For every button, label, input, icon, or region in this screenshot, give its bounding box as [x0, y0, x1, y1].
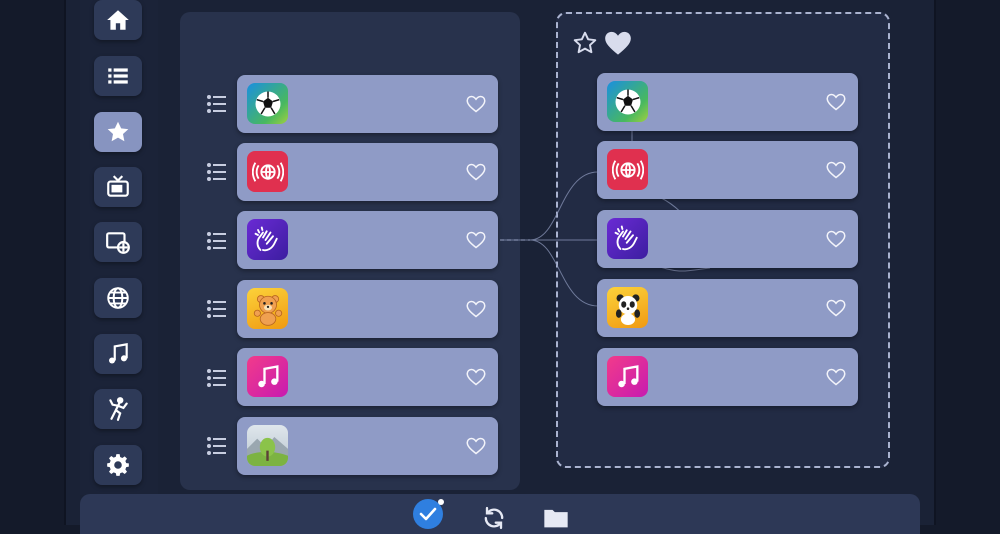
- left-list-item-clapping[interactable]: [237, 211, 498, 269]
- tree-landscape-app-icon: [247, 425, 288, 466]
- favorite-item-broadcast[interactable]: [597, 141, 858, 199]
- favorite-item-clapping[interactable]: [597, 210, 858, 268]
- drag-handle-icon[interactable]: [206, 230, 228, 252]
- check-circle-icon[interactable]: [412, 498, 444, 530]
- media-grid-icon: [106, 232, 130, 254]
- heart-filled-icon[interactable]: [604, 30, 632, 56]
- drag-handle-icon[interactable]: [206, 298, 228, 320]
- drag-handle-icon[interactable]: [206, 435, 228, 457]
- sidebar-item-settings[interactable]: [94, 445, 142, 485]
- sidebar-item-home[interactable]: [94, 0, 142, 40]
- teddy-bear-app-icon: [247, 288, 288, 329]
- heart-outline-icon[interactable]: [466, 436, 486, 456]
- left-list-item-teddy[interactable]: [237, 280, 498, 338]
- sidebar-item-favorites[interactable]: [94, 112, 142, 152]
- heart-outline-icon[interactable]: [826, 298, 846, 318]
- tv-icon: [107, 175, 129, 197]
- heart-outline-icon[interactable]: [826, 160, 846, 180]
- favorite-item-soccer[interactable]: [597, 73, 858, 131]
- folder-icon[interactable]: [540, 502, 572, 534]
- drag-handle-icon[interactable]: [206, 367, 228, 389]
- sidebar-item-activity[interactable]: [94, 389, 142, 429]
- music-note-app-icon: [607, 356, 648, 397]
- panda-app-icon: [607, 287, 648, 328]
- favorite-item-music[interactable]: [597, 348, 858, 406]
- clapping-hands-app-icon: [247, 219, 288, 260]
- left-list-item-broadcast[interactable]: [237, 143, 498, 201]
- favorite-item-panda[interactable]: [597, 279, 858, 337]
- sidebar-item-list[interactable]: [94, 56, 142, 96]
- sidebar-item-globe[interactable]: [94, 278, 142, 318]
- activity-person-icon: [109, 397, 128, 421]
- sidebar-item-music[interactable]: [94, 334, 142, 374]
- heart-outline-icon[interactable]: [826, 367, 846, 387]
- drag-handle-icon[interactable]: [206, 161, 228, 183]
- heart-outline-icon[interactable]: [466, 367, 486, 387]
- broadcast-globe-app-icon: [247, 151, 288, 192]
- left-list-item-music[interactable]: [237, 348, 498, 406]
- home-icon: [107, 10, 129, 30]
- heart-outline-icon[interactable]: [466, 162, 486, 182]
- globe-icon: [107, 287, 129, 309]
- left-list-item-soccer[interactable]: [237, 75, 498, 133]
- heart-outline-icon[interactable]: [466, 230, 486, 250]
- heart-outline-icon[interactable]: [466, 94, 486, 114]
- music-note-icon: [109, 342, 128, 364]
- soccer-ball-app-icon: [247, 83, 288, 124]
- broadcast-globe-app-icon: [607, 149, 648, 190]
- left-list-item-landscape[interactable]: [237, 417, 498, 475]
- heart-outline-icon[interactable]: [826, 229, 846, 249]
- star-outline-icon[interactable]: [572, 30, 598, 56]
- sidebar-item-tv[interactable]: [94, 167, 142, 207]
- sync-icon[interactable]: [478, 502, 510, 534]
- star-icon: [107, 121, 129, 142]
- music-note-app-icon: [247, 356, 288, 397]
- clapping-hands-app-icon: [607, 218, 648, 259]
- gear-icon: [107, 454, 129, 476]
- sidebar-item-media[interactable]: [94, 222, 142, 262]
- drag-handle-icon[interactable]: [206, 93, 228, 115]
- heart-outline-icon[interactable]: [826, 92, 846, 112]
- list-icon: [108, 68, 128, 84]
- heart-outline-icon[interactable]: [466, 299, 486, 319]
- soccer-ball-app-icon: [607, 81, 648, 122]
